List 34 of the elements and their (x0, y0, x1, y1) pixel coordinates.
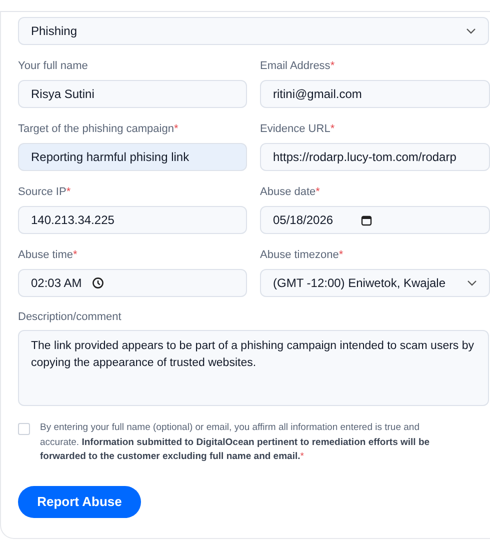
input-field[interactable]: ritini@gmail.com (260, 80, 490, 108)
required-asterisk: * (66, 186, 71, 198)
input-field[interactable]: https://rodarp.lucy-tom.com/rodarp (260, 143, 490, 171)
required-asterisk: * (330, 60, 335, 72)
required-asterisk: * (300, 451, 304, 462)
report-abuse-button[interactable]: Report Abuse (18, 486, 141, 518)
field-label: Your full name (18, 59, 89, 73)
calendar-icon (361, 214, 372, 226)
required-asterisk: * (338, 249, 344, 261)
input-field[interactable]: 140.213.34.225 (18, 206, 247, 234)
timezone-select[interactable]: (GMT -12:00) Eniwetok, Kwajale (260, 269, 490, 297)
field-label: Abuse date* (260, 185, 321, 199)
date-field[interactable]: 05/18/2026 (260, 206, 490, 234)
category-select[interactable]: Phishing (18, 17, 489, 45)
clock-icon (92, 277, 104, 289)
consent-text: By entering your full name (optional) or email, you affirm all information entered is true and accurate. Information submitted to DigitalOcean pertinent to remediation efforts will be forwarded to the customer excluding full name and email.* (40, 421, 431, 464)
required-asterisk: * (174, 123, 178, 135)
field-label: Abuse timezone* (260, 248, 344, 262)
input-field[interactable]: Reporting harmful phising link (18, 143, 247, 171)
chevron-down-icon (466, 28, 476, 34)
required-asterisk: * (316, 186, 320, 198)
field-label: Email Address* (260, 59, 336, 73)
field-label: Target of the phishing campaign* (18, 122, 180, 136)
checkbox[interactable] (18, 423, 30, 435)
required-asterisk: * (73, 249, 78, 261)
input-field[interactable]: Risya Sutini (18, 80, 247, 108)
field-label: Description/comment (18, 310, 122, 324)
time-field[interactable]: 02:03 AM (18, 269, 247, 297)
field-label: Evidence URL* (260, 122, 336, 136)
field-label: Source IP* (18, 185, 72, 199)
chevron-down-icon (467, 280, 477, 286)
required-asterisk: * (330, 123, 335, 135)
description-field[interactable]: The link provided appears to be part of a phishing campaign intended to scam users by copying the appearance of trusted websites. (18, 330, 489, 406)
field-label: Abuse time* (18, 248, 78, 262)
